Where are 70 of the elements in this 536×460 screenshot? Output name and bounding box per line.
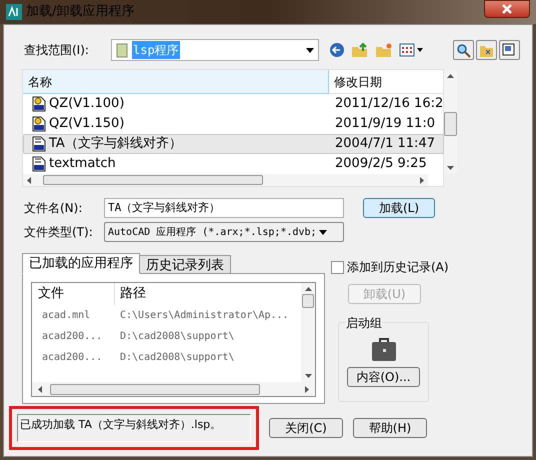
folder-button[interactable]: [476, 40, 497, 60]
app-file: acad200...: [41, 330, 104, 344]
help-button[interactable]: 帮助(H): [353, 418, 427, 438]
scroll-left-icon: [27, 176, 31, 184]
file-date: 2011/12/16 16:2: [334, 95, 444, 114]
file-name: textmatch: [49, 155, 116, 174]
tab[interactable]: 历史记录列表: [140, 255, 231, 274]
scroll-up-icon: [304, 287, 312, 291]
file-date: 2004/7/1 11:47: [334, 135, 435, 154]
search-button[interactable]: [453, 40, 474, 60]
file-name: QZ(V1.150): [49, 115, 124, 134]
checkbox[interactable]: [331, 260, 344, 274]
image-button[interactable]: [499, 40, 520, 60]
status-message: 已成功加载 TA（文字与斜线对齐）.lsp。: [17, 414, 251, 442]
caret-icon: [306, 48, 314, 52]
file-name-field[interactable]: TA（文字与斜线对齐）: [104, 198, 344, 218]
app-path: D:\cad2008\support\: [119, 351, 234, 365]
app-path: D:\cad2008\support\: [119, 330, 234, 344]
horizontal-scrollbar[interactable]: [23, 174, 428, 186]
view-menu-icon[interactable]: [399, 42, 423, 58]
horizontal-scrollbar[interactable]: [32, 382, 315, 396]
folder-up-icon[interactable]: [351, 42, 369, 58]
document-icon: [32, 136, 46, 152]
new-folder-icon[interactable]: [375, 42, 393, 58]
file-row[interactable]: textmatch 2009/2/5 9:25: [23, 154, 444, 174]
group-title: 启动组: [345, 314, 383, 332]
close-dialog-button[interactable]: 关闭(C): [269, 418, 343, 438]
column-header[interactable]: 路径: [115, 283, 301, 305]
scroll-thumb: [302, 294, 314, 308]
app-row[interactable]: acad200... D:\cad2008\support\: [32, 347, 301, 368]
file-name: TA（文字与斜线对齐）: [49, 135, 182, 154]
column-header[interactable]: 名称: [23, 70, 329, 94]
load-button[interactable]: 加载(L): [363, 198, 435, 218]
vertical-scrollbar[interactable]: [301, 283, 315, 382]
app-file: acad200...: [41, 351, 104, 365]
file-name-label: 文件名(N):: [23, 200, 84, 217]
app-path: C:\Users\Administrator\Ap...: [119, 309, 289, 323]
file-row[interactable]: TA（文字与斜线对齐） 2004/7/1 11:47: [23, 134, 444, 154]
file-name: QZ(V1.100): [49, 95, 124, 114]
app-icon: [6, 4, 22, 20]
file-row[interactable]: QZ(V1.100) 2011/12/16 16:2: [23, 94, 444, 114]
image-icon: [502, 42, 517, 58]
search-icon: [456, 42, 471, 58]
file-type-label: 文件类型(T):: [23, 224, 94, 241]
close-icon: [502, 4, 512, 14]
close-button[interactable]: [484, 0, 530, 18]
vertical-scrollbar[interactable]: [444, 70, 458, 174]
checkbox-label: 添加到历史记录(A): [347, 259, 449, 276]
scroll-right-icon: [420, 176, 424, 184]
briefcase-icon: [370, 337, 398, 363]
window-title: 加载/卸载应用程序: [26, 3, 134, 22]
file-date: 2009/2/5 9:25: [334, 155, 427, 174]
file-type-dropdown[interactable]: AutoCAD 应用程序 (*.arx;*.lsp;*.dvb;: [104, 222, 344, 242]
look-in-label: 查找范围(I):: [23, 42, 90, 59]
scroll-right-icon: [305, 386, 309, 392]
back-icon[interactable]: [329, 42, 345, 58]
scroll-up-icon: [447, 74, 454, 78]
scroll-down-icon: [304, 374, 312, 378]
file-row[interactable]: QZ(V1.150) 2011/9/19 11:0: [23, 114, 444, 134]
caret-icon: [318, 230, 327, 234]
file-date: 2011/9/19 11:0: [334, 115, 435, 134]
app-row[interactable]: acad.mnl C:\Users\Administrator\Ap...: [32, 305, 301, 326]
column-header[interactable]: 文件: [32, 283, 115, 305]
document-icon: [32, 156, 46, 172]
app-file: acad.mnl: [41, 309, 92, 323]
app-row[interactable]: acad200... D:\cad2008\support\: [32, 326, 301, 347]
contents-button[interactable]: 内容(O)...: [347, 367, 420, 387]
scroll-down-icon: [447, 166, 454, 170]
scroll-left-icon: [38, 386, 42, 392]
tab[interactable]: 已加载的应用程序: [22, 253, 140, 274]
